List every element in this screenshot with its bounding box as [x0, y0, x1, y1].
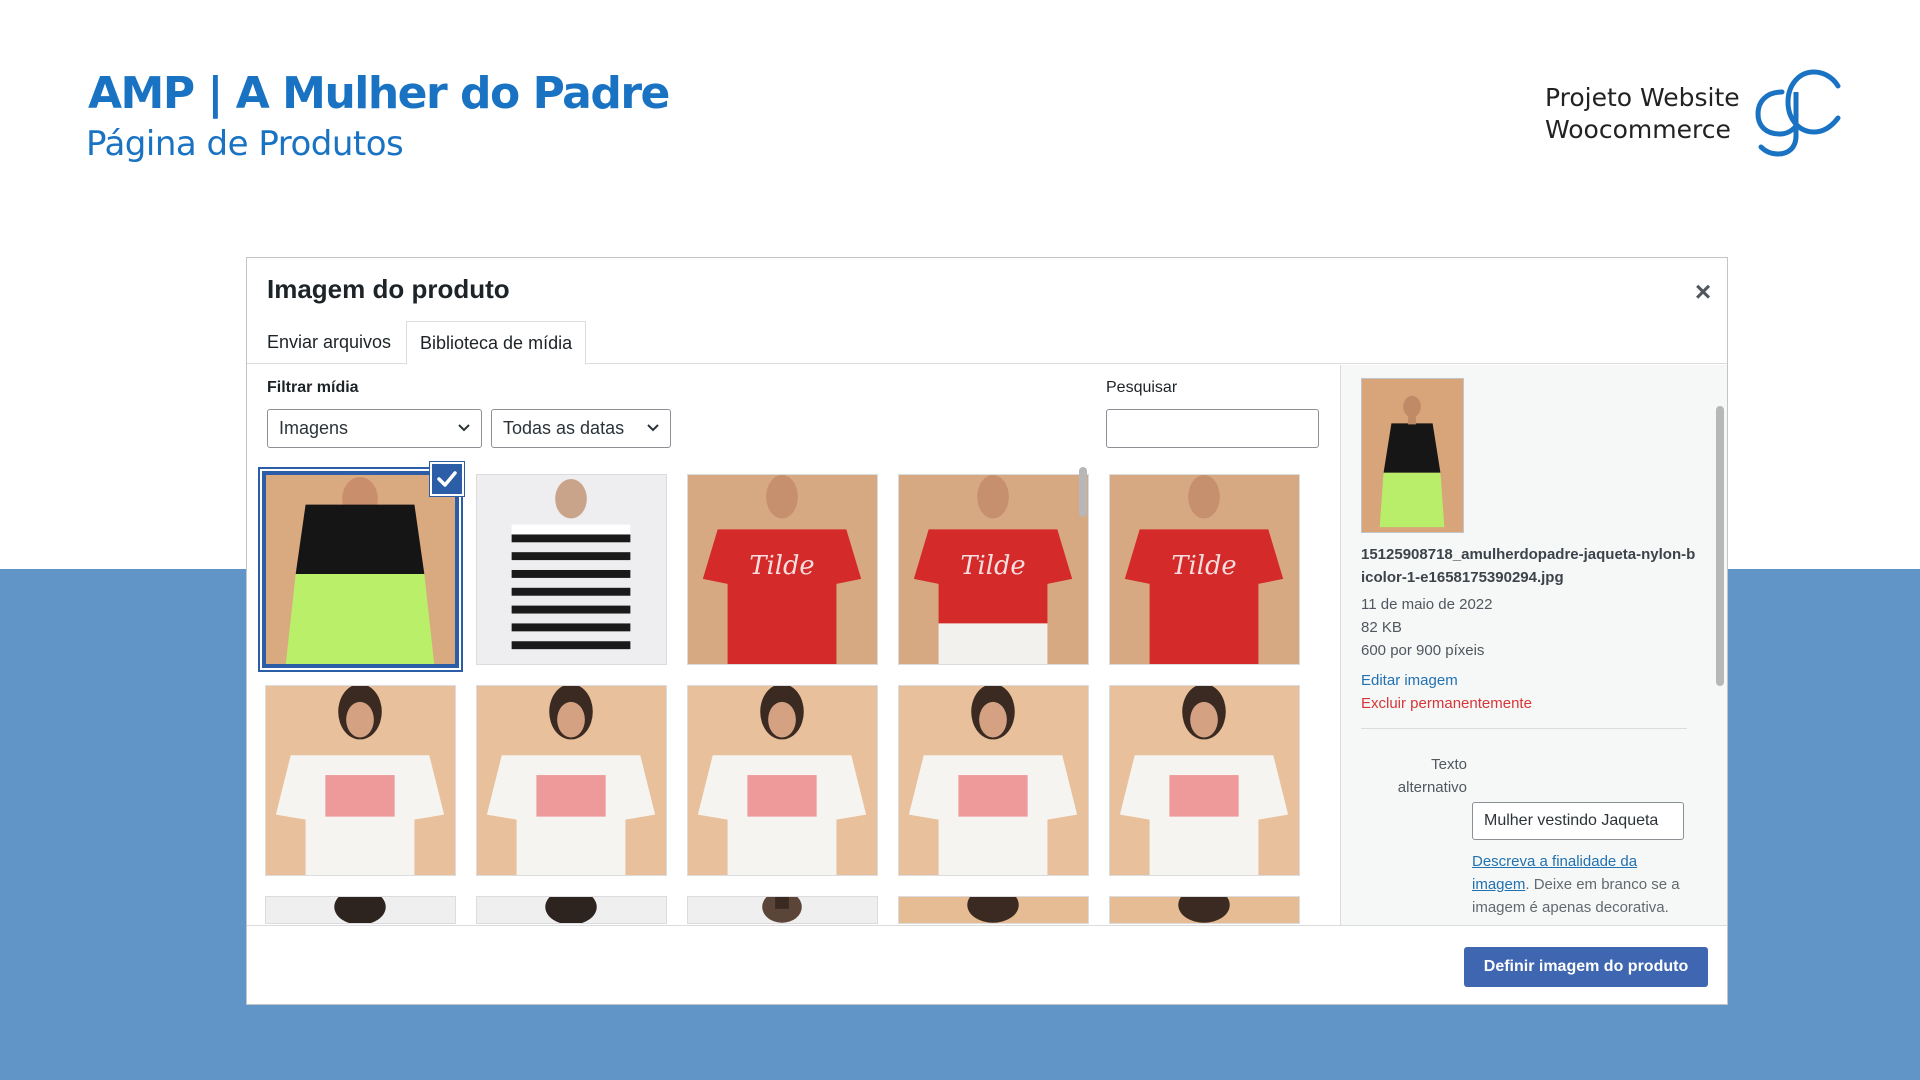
attachment-dimensions: 600 por 900 píxeis — [1361, 642, 1485, 659]
attachment-details: 15125908718_amulherdopadre-jaqueta-nylon… — [1340, 365, 1727, 925]
close-icon[interactable]: × — [1687, 276, 1719, 308]
attachment-thumbnail[interactable]: Tilde — [898, 474, 1089, 665]
attachment-thumbnail[interactable] — [898, 896, 1089, 924]
sidebar-scrollbar[interactable] — [1716, 406, 1724, 686]
modal-toolbar: Definir imagem do produto — [247, 925, 1727, 1004]
attachment-size: 82 KB — [1361, 619, 1402, 636]
svg-text:Tilde: Tilde — [1171, 551, 1236, 581]
attachment-thumbnail[interactable]: Tilde — [687, 474, 878, 665]
edit-image-link[interactable]: Editar imagem — [1361, 672, 1458, 689]
grid-scrollbar[interactable] — [1078, 463, 1088, 921]
date-select[interactable]: Todas as datas — [491, 409, 671, 448]
page-subtitle: Página de Produtos — [86, 124, 404, 164]
search-input[interactable] — [1106, 409, 1319, 448]
gc-logo — [1755, 69, 1841, 157]
set-product-image-button[interactable]: Definir imagem do produto — [1464, 947, 1708, 987]
attachment-thumbnail[interactable] — [265, 896, 456, 924]
tab-upload[interactable]: Enviar arquivos — [254, 321, 404, 365]
attachment-thumbnail[interactable] — [476, 474, 667, 665]
check-icon[interactable] — [430, 462, 464, 496]
alt-text-help: Descreva a finalidade da imagem. Deixe e… — [1472, 853, 1680, 916]
attachment-thumbnail[interactable] — [262, 471, 459, 668]
media-type-select[interactable]: Imagens — [267, 409, 482, 448]
search-label: Pesquisar — [1106, 379, 1178, 396]
filter-label: Filtrar mídia — [267, 379, 359, 396]
page-title: AMP | A Mulher do Padre — [88, 68, 670, 119]
attachment-thumbnail[interactable] — [476, 685, 667, 876]
attachment-thumbnail[interactable] — [1109, 896, 1300, 924]
chevron-down-icon — [457, 410, 471, 461]
attachment-thumbnail[interactable] — [265, 685, 456, 876]
attachment-thumbnail[interactable] — [476, 896, 667, 924]
alt-text-label: Texto alternativo — [1397, 756, 1467, 796]
delete-permanently-link[interactable]: Excluir permanentemente — [1361, 695, 1532, 712]
divider — [1361, 728, 1687, 729]
attachment-filename: 15125908718_amulherdopadre-jaqueta-nylon… — [1361, 546, 1696, 586]
detail-thumbnail — [1361, 378, 1464, 533]
alt-text-input[interactable]: Mulher vestindo Jaqueta — [1472, 802, 1684, 840]
attachment-thumbnail[interactable] — [687, 896, 878, 924]
attachment-thumbnail[interactable] — [687, 685, 878, 876]
attachment-thumbnail[interactable] — [898, 685, 1089, 876]
tab-media-library[interactable]: Biblioteca de mídia — [406, 321, 587, 365]
svg-text:Tilde: Tilde — [960, 551, 1025, 581]
modal-title: Imagem do produto — [267, 274, 510, 304]
attachment-date: 11 de maio de 2022 — [1361, 596, 1493, 613]
attachment-thumbnail[interactable] — [1109, 685, 1300, 876]
project-label: Projeto Website Woocommerce — [1545, 83, 1740, 144]
attachment-thumbnail[interactable]: Tilde — [1109, 474, 1300, 665]
chevron-down-icon — [646, 410, 660, 461]
modal-tabs: Enviar arquivos Biblioteca de mídia — [247, 321, 1727, 365]
svg-text:Tilde: Tilde — [749, 551, 814, 581]
